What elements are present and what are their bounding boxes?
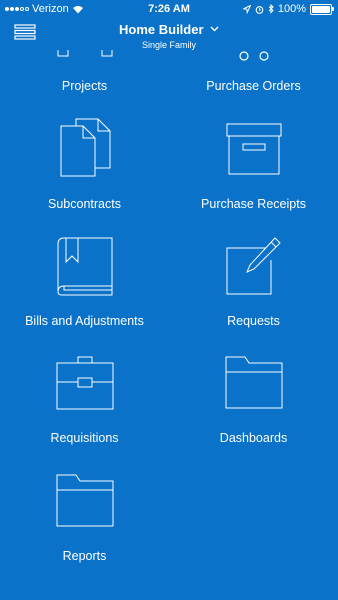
- documents-icon: [60, 118, 110, 177]
- bluetooth-icon: [268, 4, 274, 14]
- status-icons: 100%: [242, 3, 334, 15]
- briefcase-icon: [56, 356, 113, 410]
- tile-label: Bills and Adjustments: [25, 314, 144, 328]
- folder-icon: [225, 356, 282, 409]
- tile-label: Reports: [62, 549, 107, 563]
- tile-label: Subcontracts: [48, 197, 121, 211]
- nav-bar: Home Builder Single Family: [0, 20, 338, 52]
- tile-label: Purchase Receipts: [201, 197, 306, 211]
- purchase-orders-icon: [238, 51, 269, 61]
- dashboards-tile[interactable]: Dashboards: [169, 352, 338, 452]
- status-bar: Verizon 7:26 AM 100%: [0, 0, 338, 20]
- page-subtitle: Single Family: [141, 40, 197, 50]
- chevron-down-icon: [210, 26, 219, 32]
- edit-icon: [226, 237, 281, 295]
- location-icon: [242, 4, 251, 14]
- tile-label: Requisitions: [50, 431, 119, 445]
- book-icon: [57, 237, 112, 296]
- projects-icon: [57, 50, 112, 57]
- reports-tile[interactable]: Reports: [0, 470, 169, 570]
- purchase-orders-tile[interactable]: Purchase Orders: [169, 51, 338, 102]
- company-selector[interactable]: Home Builder Single Family: [0, 21, 338, 50]
- tile-label: Projects: [61, 79, 108, 93]
- archive-box-icon: [226, 123, 281, 175]
- battery-percent: 100%: [277, 3, 306, 15]
- tile-label: Purchase Orders: [206, 79, 301, 93]
- projects-tile[interactable]: Projects: [0, 50, 169, 102]
- requisitions-tile[interactable]: Requisitions: [0, 352, 169, 452]
- requests-tile[interactable]: Requests: [169, 234, 338, 334]
- alarm-icon: [255, 5, 264, 14]
- folder-icon: [56, 474, 113, 527]
- subcontracts-tile[interactable]: Subcontracts: [0, 118, 169, 218]
- purchase-receipts-tile[interactable]: Purchase Receipts: [169, 118, 338, 218]
- battery-icon: [310, 3, 334, 15]
- tile-label: Requests: [227, 314, 280, 328]
- page-title: Home Builder: [119, 22, 204, 37]
- bills-and-adjustments-tile[interactable]: Bills and Adjustments: [0, 234, 169, 334]
- tile-label: Dashboards: [219, 431, 288, 445]
